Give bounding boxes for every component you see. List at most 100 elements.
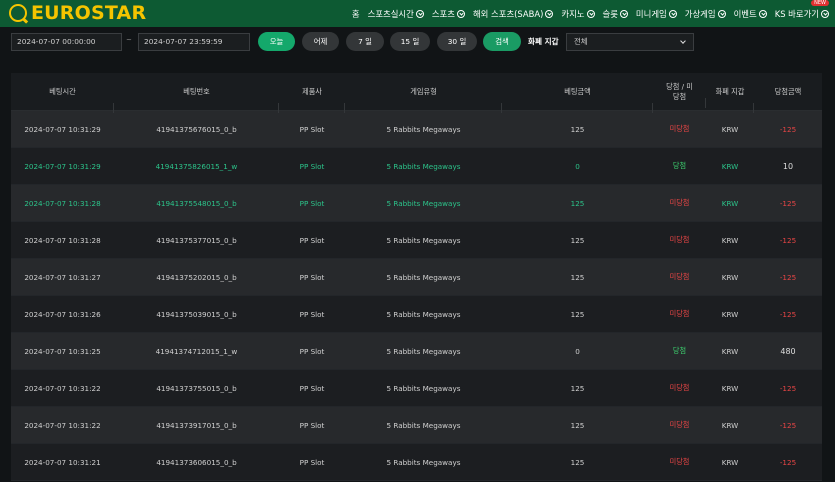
cell-payout: -125 (779, 124, 797, 134)
cell-bet-time: 2024-07-07 10:31:29 (24, 124, 101, 134)
cell-bet-amount: 0 (575, 161, 580, 171)
site-logo[interactable]: EUROSTAR (9, 2, 146, 24)
table-row: 2024-07-07 10:31:29 41941375826015_1_w PP … (11, 148, 822, 185)
cell-currency: KRW (721, 420, 739, 430)
cell-payout: -125 (779, 309, 797, 319)
nav-item-8[interactable]: 이벤트 (734, 8, 767, 20)
cell-currency: KRW (721, 346, 739, 356)
currency-select[interactable]: 전체 (566, 33, 694, 51)
nav-item-label: 스포츠 (431, 8, 455, 19)
table-row: 2024-07-07 10:31:26 41941375039015_0_b PP … (11, 296, 822, 333)
chevron-down-icon (619, 9, 628, 18)
cell-bet-amount: 125 (570, 198, 585, 208)
nav-item-label: 스포츠실시간 (367, 8, 414, 19)
nav-item-2[interactable]: 스포츠 (432, 8, 465, 20)
cell-provider: PP Slot (299, 124, 325, 134)
15-days-button[interactable]: 15 일 (390, 32, 430, 51)
cell-payout: -125 (779, 272, 797, 282)
date-separator: ~ (126, 36, 132, 44)
cell-currency: KRW (721, 235, 739, 245)
cell-payout: -125 (779, 198, 797, 208)
chevron-down-icon (717, 9, 726, 18)
cell-bet-id: 41941375039015_0_b (156, 309, 237, 319)
nav-item-4[interactable]: 카지노 (561, 8, 595, 20)
header-bet-id: 베팅번호 (114, 87, 279, 113)
start-date-input[interactable]: 2024-07-07 00:00:00 (11, 33, 122, 51)
cell-currency: KRW (721, 457, 739, 467)
nav-item-label: 카지노 (561, 8, 585, 19)
header-currency: 화폐 지갑 (706, 87, 754, 113)
cell-result: 당첨 (672, 161, 687, 170)
cell-bet-id: 41941375676015_0_b (156, 124, 237, 134)
cell-bet-id: 41941375826015_1_w (155, 161, 238, 171)
nav-item-label: 이벤트 (733, 8, 757, 19)
nav-item-7[interactable]: 가상게임 (685, 8, 726, 20)
table-header: 베팅시간 베팅번호 제품사 게임유형 베팅금액 당첨 / 미당첨 화폐 지갑 당… (11, 73, 822, 113)
chevron-down-icon (415, 9, 424, 18)
yesterday-button[interactable]: 어제 (302, 32, 339, 51)
nav-item-5[interactable]: 슬롯 (603, 8, 628, 20)
cell-payout: 10 (782, 161, 794, 171)
table-row: 2024-07-07 10:31:28 41941375377015_0_b PP … (11, 222, 822, 259)
end-date-input[interactable]: 2024-07-07 23:59:59 (138, 33, 250, 51)
cell-currency: KRW (721, 383, 739, 393)
nav-item-3[interactable]: 해외 스포츠(SABA) (472, 8, 554, 20)
cell-provider: PP Slot (299, 198, 325, 208)
table-body: 2024-07-07 10:31:29 41941375676015_0_b PP … (11, 111, 822, 481)
cell-bet-amount: 125 (570, 457, 585, 467)
table-row: 2024-07-07 10:31:25 41941374712015_1_w PP … (11, 333, 822, 370)
header-provider: 제품사 (279, 87, 345, 113)
cell-bet-amount: 125 (570, 272, 585, 282)
cell-provider: PP Slot (299, 161, 325, 171)
cell-provider: PP Slot (299, 346, 325, 356)
cell-game-type: 5 Rabbits Megaways (386, 383, 461, 393)
currency-label: 화폐 지갑 (528, 37, 559, 46)
new-badge: NEW (811, 0, 829, 6)
chevron-down-icon (586, 9, 595, 18)
cell-currency: KRW (721, 309, 739, 319)
cell-bet-time: 2024-07-07 10:31:22 (24, 383, 101, 393)
cell-bet-time: 2024-07-07 10:31:27 (24, 272, 101, 282)
cell-bet-time: 2024-07-07 10:31:22 (24, 420, 101, 430)
cell-bet-id: 41941375377015_0_b (156, 235, 237, 245)
cell-bet-amount: 0 (575, 346, 580, 356)
chevron-down-icon (456, 9, 465, 18)
cell-result: 미당첨 (669, 272, 690, 281)
cell-result: 미당첨 (669, 235, 690, 244)
today-button[interactable]: 오늘 (258, 32, 295, 51)
top-navigation-bar: EUROSTAR 홈 스포츠실시간 스포츠 해외 스포츠(SABA) 카지노 슬롯 미니게임… (0, 0, 835, 27)
7-days-button[interactable]: 7 일 (346, 32, 384, 51)
cell-result: 미당첨 (669, 420, 690, 429)
cell-payout: -125 (779, 383, 797, 393)
cell-payout: -125 (779, 457, 797, 467)
cell-currency: KRW (721, 198, 739, 208)
table-row: 2024-07-07 10:31:22 41941373917015_0_b PP … (11, 407, 822, 444)
chevron-down-icon (545, 9, 554, 18)
cell-game-type: 5 Rabbits Megaways (386, 309, 461, 319)
cell-bet-id: 41941375202015_0_b (156, 272, 237, 282)
nav-item-label: 가상게임 (684, 8, 716, 19)
bet-history-table: 베팅시간 베팅번호 제품사 게임유형 베팅금액 당첨 / 미당첨 화폐 지갑 당… (11, 73, 822, 481)
nav-item-1[interactable]: 스포츠실시간 (368, 8, 424, 20)
header-result: 당첨 / 미당첨 (653, 82, 706, 108)
cell-currency: KRW (721, 272, 739, 282)
cell-result: 미당첨 (669, 309, 690, 318)
nav-item-6[interactable]: 미니게임 (636, 8, 677, 20)
cell-bet-amount: 125 (570, 309, 585, 319)
filter-bar: 2024-07-07 00:00:00 ~ 2024-07-07 23:59:5… (0, 27, 835, 57)
cell-provider: PP Slot (299, 457, 325, 467)
cell-payout: 480 (780, 346, 796, 356)
main-menu: 홈 스포츠실시간 스포츠 해외 스포츠(SABA) 카지노 슬롯 미니게임 가상게임 이벤트 KS… (344, 0, 829, 27)
logo-icon (9, 4, 27, 22)
search-button[interactable]: 검색 (483, 32, 521, 51)
30-days-button[interactable]: 30 일 (437, 32, 477, 51)
cell-game-type: 5 Rabbits Megaways (386, 198, 461, 208)
currency-select-value: 전체 (574, 37, 588, 46)
nav-item-0[interactable]: 홈 (352, 8, 360, 20)
nav-item-label: 해외 스포츠(SABA) (472, 8, 544, 19)
cell-result: 당첨 (672, 346, 687, 355)
header-bet-time: 베팅시간 (11, 87, 114, 113)
cell-provider: PP Slot (299, 309, 325, 319)
nav-item-label: 미니게임 (635, 8, 667, 19)
nav-item-9[interactable]: KS 바로가기 NEW (775, 0, 829, 20)
